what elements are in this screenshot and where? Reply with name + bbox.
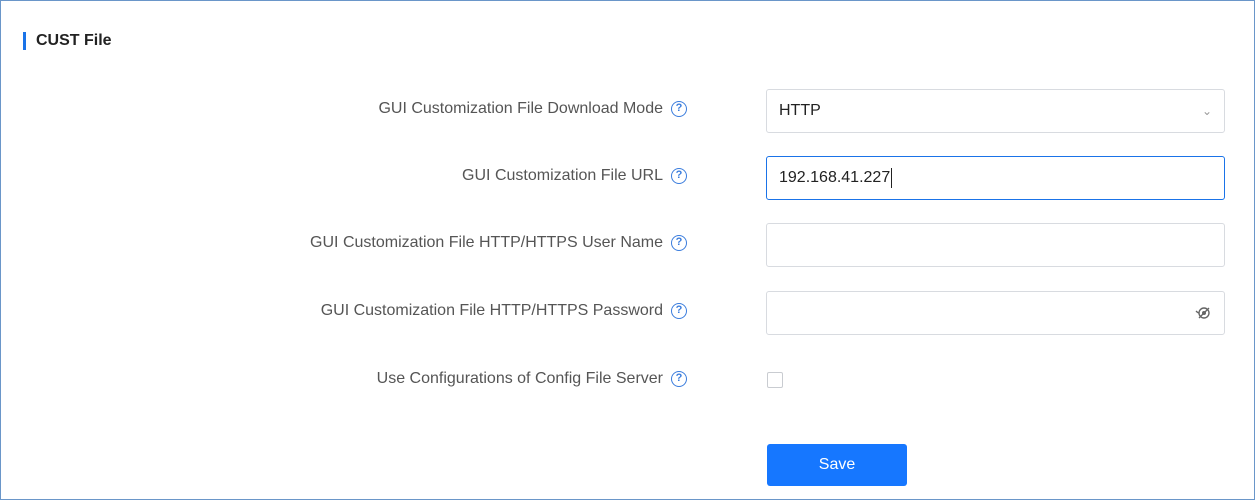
- help-icon[interactable]: ?: [671, 371, 687, 387]
- download-mode-select[interactable]: HTTP ⌄: [766, 89, 1225, 133]
- password-label: GUI Customization File HTTP/HTTPS Passwo…: [320, 302, 663, 319]
- text-caret: [891, 168, 893, 188]
- username-label: GUI Customization File HTTP/HTTPS User N…: [310, 234, 663, 251]
- help-icon[interactable]: ?: [671, 101, 687, 117]
- download-mode-label-row: GUI Customization File Download Mode ?: [378, 100, 687, 118]
- help-icon[interactable]: ?: [671, 235, 687, 251]
- eye-hidden-icon[interactable]: [1192, 303, 1212, 323]
- download-mode-label: GUI Customization File Download Mode: [378, 100, 663, 117]
- use-config-server-label-row: Use Configurations of Config File Server…: [377, 370, 687, 388]
- section-title: CUST File: [36, 32, 112, 49]
- section-header: CUST File: [23, 31, 112, 51]
- settings-panel: CUST File GUI Customization File Downloa…: [0, 0, 1255, 500]
- help-icon[interactable]: ?: [671, 303, 687, 319]
- password-label-row: GUI Customization File HTTP/HTTPS Passwo…: [321, 302, 687, 320]
- username-input[interactable]: [766, 223, 1225, 267]
- password-input[interactable]: [766, 291, 1225, 335]
- download-mode-value: HTTP: [779, 102, 821, 119]
- help-icon[interactable]: ?: [671, 168, 687, 184]
- section-accent-bar: [23, 32, 26, 50]
- username-label-row: GUI Customization File HTTP/HTTPS User N…: [310, 234, 687, 252]
- url-label: GUI Customization File URL: [462, 167, 663, 184]
- url-label-row: GUI Customization File URL ?: [462, 167, 687, 185]
- url-input[interactable]: 192.168.41.227: [766, 156, 1225, 200]
- chevron-down-icon: ⌄: [1201, 104, 1212, 118]
- use-config-server-checkbox[interactable]: [767, 372, 783, 388]
- save-button[interactable]: Save: [767, 444, 907, 486]
- use-config-server-label: Use Configurations of Config File Server: [376, 370, 663, 387]
- url-value: 192.168.41.227: [779, 169, 891, 186]
